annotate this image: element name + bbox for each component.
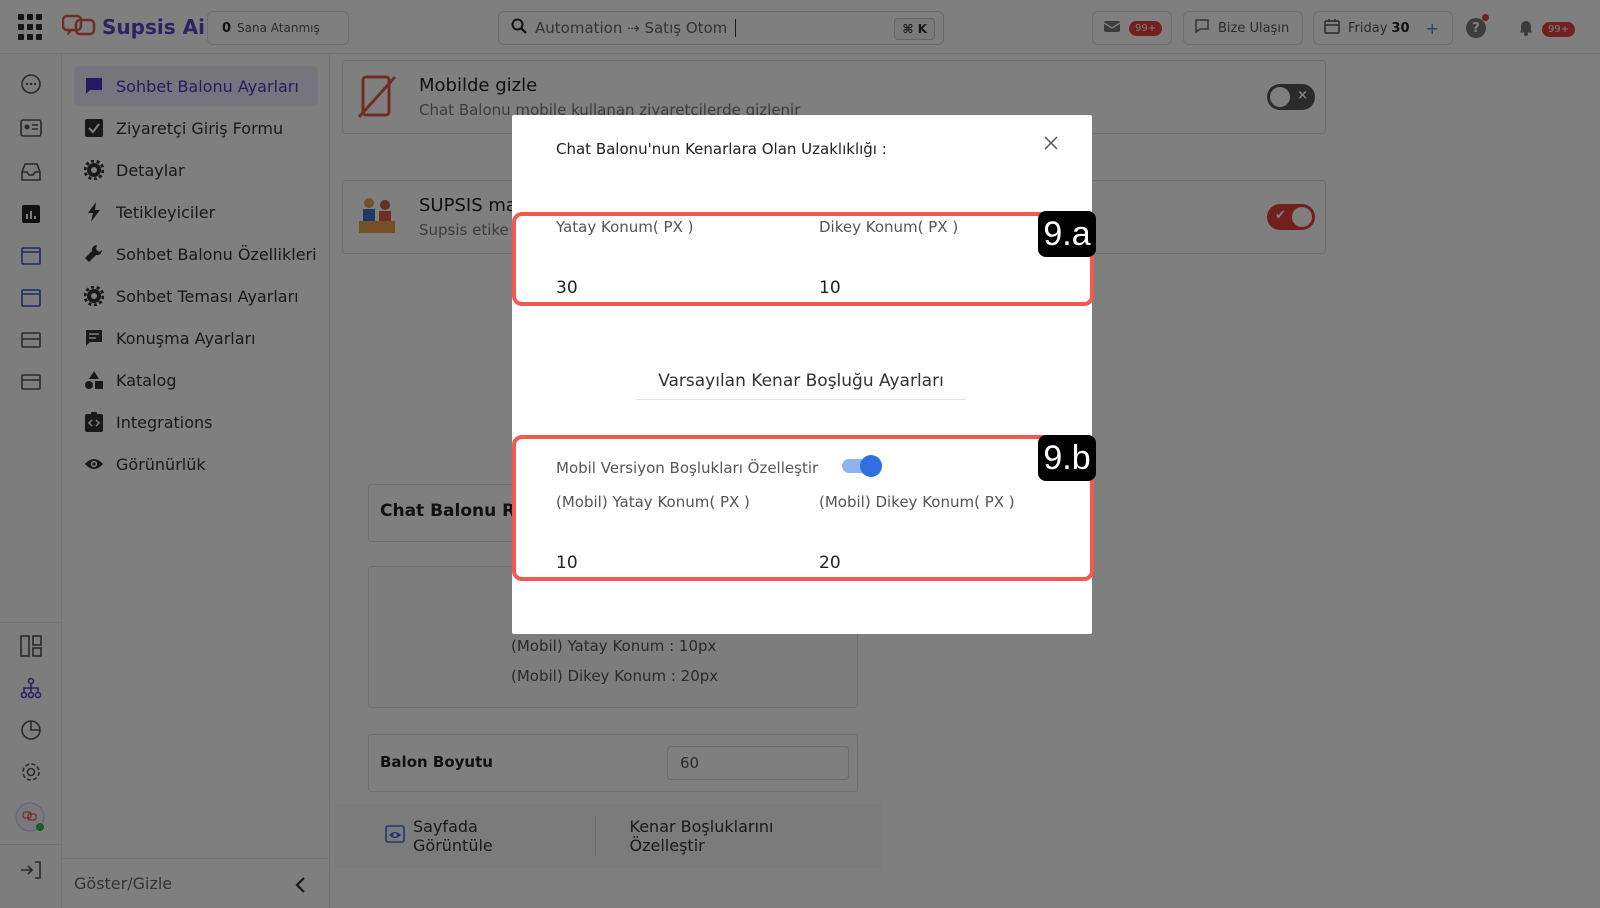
mobile-horizontal-label: (Mobil) Yatay Konum( PX ) (556, 493, 750, 511)
horizontal-position-label: Yatay Konum( PX ) (556, 218, 694, 236)
mobile-vertical-input[interactable]: 20 (819, 553, 841, 573)
modal-title: Chat Balonu'nun Kenarlara Olan Uzaklıklı… (556, 140, 887, 158)
default-margin-section-title: Varsayılan Kenar Boşluğu Ayarları (636, 371, 966, 400)
margin-settings-modal: Chat Balonu'nun Kenarlara Olan Uzaklıklı… (512, 115, 1096, 634)
vertical-position-label: Dikey Konum( PX ) (819, 218, 959, 236)
close-icon[interactable] (1040, 133, 1062, 155)
mobile-customize-switch[interactable] (842, 455, 882, 477)
app-window: Supsis Ai 0 Sana Atanmış Automation ⇢ Sa… (0, 0, 1600, 908)
mobile-customize-label: Mobil Versiyon Boşlukları Özelleştir (556, 459, 819, 477)
mobile-vertical-label: (Mobil) Dikey Konum( PX ) (819, 493, 1015, 511)
vertical-position-input[interactable]: 10 (819, 278, 841, 298)
horizontal-position-input[interactable]: 30 (556, 278, 578, 298)
annotation-tag-a: 9.a (1038, 211, 1096, 257)
mobile-horizontal-input[interactable]: 10 (556, 553, 578, 573)
annotation-tag-b: 9.b (1038, 435, 1096, 481)
